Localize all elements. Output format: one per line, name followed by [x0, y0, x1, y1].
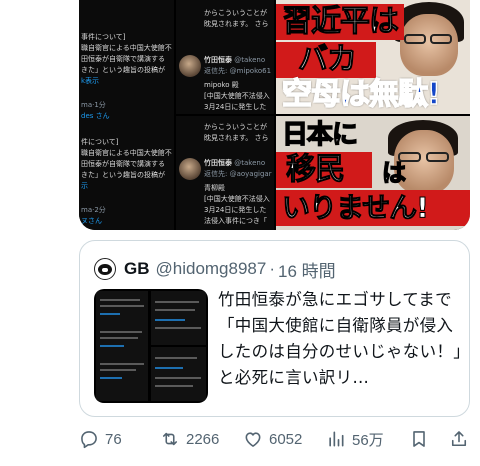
- thumb-text-line: [100, 299, 140, 301]
- quoted-thumb-pane: [151, 347, 206, 401]
- tile2-line: 3月24日に発生した: [204, 103, 267, 111]
- avatar[interactable]: [94, 258, 116, 280]
- thumb-title-line2: バカ: [276, 42, 376, 78]
- tile3-reply-to: 返信先: @aoyagigar: [204, 170, 272, 178]
- thumb-text-line: [155, 301, 199, 303]
- thumb-text-line: [155, 385, 193, 387]
- share-button[interactable]: [449, 424, 469, 454]
- like-count: 6052: [269, 430, 303, 448]
- thumb-title-line1: 日本に: [281, 119, 359, 151]
- tile1-line: 件について]: [81, 138, 119, 146]
- quoted-timestamp[interactable]: 16 時間: [278, 257, 336, 282]
- thumb-text-line: [100, 313, 120, 315]
- tile1-line: 事件について]: [81, 33, 126, 41]
- tile2-line: からこういうことが: [204, 9, 267, 17]
- tile1-line: 職自衛官による中国大使館不: [81, 44, 172, 52]
- tile3-line: 3月24日に発生した: [204, 206, 267, 214]
- tile1-user: ヌさん: [81, 217, 102, 225]
- thumb-text-line: [100, 345, 124, 347]
- tweet-action-bar: 76 2266 6052 56万: [0, 424, 480, 454]
- tile3-line: 青柳殿: [204, 184, 225, 192]
- glasses-icon: [404, 34, 426, 44]
- thumb-text-line: [100, 369, 136, 371]
- glasses-icon: [430, 34, 452, 44]
- quoted-tweet-card[interactable]: GB @hidomg8987 · 16 時間 竹田恒泰が急にエゴサしてまで「中国…: [79, 240, 470, 417]
- avatar: [179, 55, 201, 77]
- separator-dot: ·: [269, 259, 276, 278]
- views-icon: [329, 431, 344, 447]
- tile1-show-more: 示: [81, 182, 88, 190]
- tile2-name: 竹田恒泰: [204, 56, 232, 64]
- thumb-text-line: [100, 337, 138, 339]
- tile1-line: 田恒泰が自衛隊で講演する: [81, 160, 165, 168]
- tile1-meta: ma·1分: [81, 101, 106, 109]
- thumb-text-line: [155, 377, 201, 379]
- repost-icon: [162, 432, 178, 446]
- tile1-user: des さん: [81, 112, 110, 120]
- tile3-line: からこういうことが: [204, 123, 267, 131]
- quoted-author-handle[interactable]: @hidomg8987: [156, 259, 267, 279]
- tile1-meta: ma·2分: [81, 206, 106, 214]
- tile1-line: 職自衛官による中国大使館不: [81, 149, 172, 157]
- quoted-media-thumbnail[interactable]: [94, 289, 208, 403]
- thumb-text-line: [155, 367, 183, 369]
- tile2-handle: @takeno: [234, 56, 266, 64]
- views-count: 56万: [352, 431, 384, 449]
- reply-icon: [81, 431, 97, 449]
- reply-button[interactable]: 76: [79, 424, 122, 454]
- tile3-name: 竹田恒泰: [204, 159, 232, 167]
- tile1-show-more: k表示: [81, 77, 100, 85]
- tile3-line: 眈見されます。 さら: [204, 134, 269, 142]
- thumb-title-line4: いりません!: [276, 190, 470, 226]
- thumb-text-line: [155, 357, 197, 359]
- tile1-line: 田恒泰が自衛隊で講演する: [81, 55, 165, 63]
- thumb-text-line: [100, 305, 144, 307]
- thumb-title-line2: 移民: [276, 152, 372, 188]
- tile3-line: [中国大使館不法侵入: [204, 195, 270, 203]
- tile2-reply-to: 返信先: @mipoko61: [204, 67, 272, 75]
- like-button[interactable]: 6052: [243, 424, 302, 454]
- tile2-line: mipoko 殿: [204, 81, 239, 89]
- media-grid[interactable]: 事件について] 職自衛官による中国大使館不 田恒泰が自衛隊で講演する きた」とい…: [79, 0, 470, 230]
- thumb-text-line: [100, 363, 144, 365]
- repost-count: 2266: [186, 430, 220, 448]
- like-icon: [245, 432, 261, 447]
- quoted-tweet-header: GB @hidomg8987 · 16 時間: [94, 257, 336, 282]
- bookmark-button[interactable]: [409, 424, 429, 454]
- media-image-1[interactable]: 事件について] 職自衛官による中国大使館不 田恒泰が自衛隊で講演する きた」とい…: [79, 0, 174, 230]
- media-image-4[interactable]: 習近平は バカ 空母は無駄!: [276, 0, 470, 114]
- thumb-text-line: [155, 327, 201, 329]
- tile1-line: きた」という趣旨の投稿が: [81, 66, 165, 74]
- thumb-text-line: [155, 309, 195, 311]
- quoted-thumb-pane: [96, 291, 148, 401]
- thumb-title-line3: は: [381, 158, 407, 188]
- tile1-line: きた」という趣旨の投稿が: [81, 171, 165, 179]
- share-icon: [451, 431, 467, 447]
- tile3-line: 法侵入事件につき「: [204, 217, 267, 225]
- thumb-text-line: [100, 377, 122, 379]
- media-image-5[interactable]: 日本に 移民 は いりません!: [276, 116, 470, 230]
- thumb-text-line: [155, 319, 185, 321]
- tile3-handle: @takeno: [234, 159, 266, 167]
- repost-button[interactable]: 2266: [160, 424, 219, 454]
- thumb-title-line1: 習近平は: [276, 4, 404, 40]
- tile2-line: [中国大使館不法侵入: [204, 92, 270, 100]
- media-image-2[interactable]: からこういうことが 眈見されます。 さら 竹田恒泰 @takeno 返信先: @…: [176, 0, 274, 114]
- avatar: [179, 158, 201, 180]
- quoted-author-name[interactable]: GB: [124, 259, 150, 279]
- quoted-thumb-pane: [151, 291, 206, 345]
- thumb-text-line: [100, 331, 142, 333]
- media-image-3[interactable]: からこういうことが 眈見されます。 さら 竹田恒泰 @takeno 返信先: @…: [176, 116, 274, 230]
- reply-count: 76: [105, 430, 122, 448]
- tile2-line: 眈見されます。 さら: [204, 20, 269, 28]
- views-button[interactable]: 56万: [326, 424, 384, 454]
- thumb-title-line3: 空母は無駄!: [281, 77, 441, 113]
- person-face: [400, 14, 458, 76]
- quoted-tweet-text: 竹田恒泰が急にエゴサしてまで「中国大使館に自衛隊員が侵入したのは自分のせいじゃな…: [218, 290, 462, 387]
- bookmark-icon: [413, 431, 425, 447]
